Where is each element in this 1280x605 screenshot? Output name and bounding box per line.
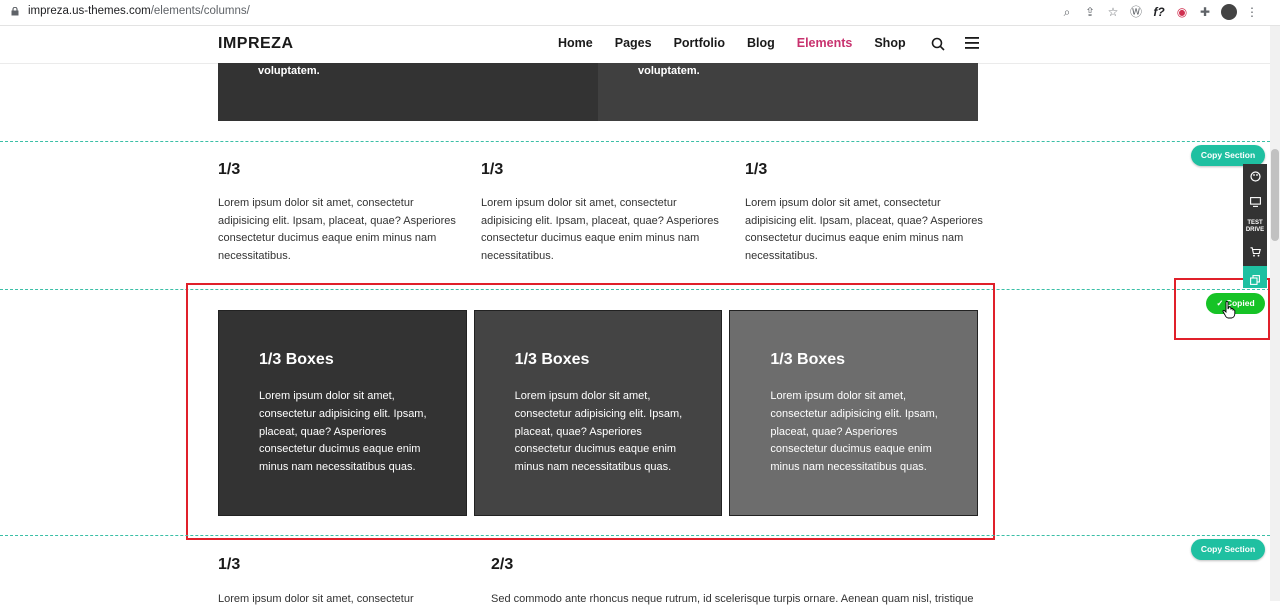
share-icon[interactable]: ⇪: [1083, 5, 1097, 19]
desktop-icon[interactable]: [1243, 189, 1267, 214]
hamburger-menu-icon[interactable]: [965, 37, 979, 49]
dark-half-right-text: voluptatem.: [638, 65, 700, 77]
copy-icon[interactable]: [1243, 266, 1267, 288]
dark-half-right: voluptatem.: [598, 63, 978, 121]
site-logo[interactable]: IMPREZA: [218, 35, 294, 53]
test-drive-label-1: TEST: [1247, 219, 1263, 226]
third-column-title: 1/3: [745, 161, 768, 178]
nav-elements[interactable]: Elements: [797, 36, 853, 50]
side-toolbar: TEST DRIVE: [1243, 164, 1267, 288]
bottom-left-text: Lorem ipsum dolor sit amet, consectetur: [218, 593, 414, 605]
browser-toolbar: impreza.us-themes.com/elements/columns/ …: [0, 0, 1280, 26]
highlight-frame-section: [186, 283, 995, 540]
profile-avatar[interactable]: [1221, 4, 1237, 20]
puzzle-icon[interactable]: ✚: [1198, 5, 1212, 19]
third-column-1: 1/3 Lorem ipsum dolor sit amet, consecte…: [218, 161, 458, 265]
third-column-text: Lorem ipsum dolor sit amet, consectetur …: [481, 197, 719, 262]
search-icon[interactable]: [931, 37, 945, 51]
third-column-text: Lorem ipsum dolor sit amet, consectetur …: [745, 197, 983, 262]
zoom-icon[interactable]: ⌕: [1060, 5, 1074, 19]
third-column-title: 1/3: [481, 161, 504, 178]
dark-half-left: voluptatem.: [218, 63, 598, 121]
url-path: /elements/columns/: [150, 5, 250, 17]
address-bar[interactable]: impreza.us-themes.com/elements/columns/: [28, 5, 250, 17]
dark-halves-section: voluptatem. voluptatem.: [218, 63, 978, 121]
third-column-3: 1/3 Lorem ipsum dolor sit amet, consecte…: [745, 161, 985, 265]
copy-section-button[interactable]: Copy Section: [1191, 145, 1265, 166]
dark-half-left-text: voluptatem.: [258, 65, 320, 77]
third-column-title: 1/3: [218, 161, 241, 178]
lock-icon: [11, 7, 19, 16]
font-extension-icon[interactable]: f?: [1152, 5, 1166, 19]
test-drive-label-2: DRIVE: [1245, 226, 1265, 233]
nav-blog[interactable]: Blog: [747, 36, 775, 50]
color-extension-icon[interactable]: ◉: [1175, 5, 1189, 19]
bottom-right-text: Sed commodo ante rhoncus neque rutrum, i…: [491, 593, 974, 605]
palette-icon[interactable]: [1243, 164, 1267, 189]
third-column-2: 1/3 Lorem ipsum dolor sit amet, consecte…: [481, 161, 721, 265]
main-nav: Home Pages Portfolio Blog Elements Shop: [558, 36, 928, 50]
site-header: IMPREZA Home Pages Portfolio Blog Elemen…: [0, 26, 1270, 64]
test-drive-button[interactable]: TEST DRIVE: [1243, 214, 1267, 239]
nav-portfolio[interactable]: Portfolio: [674, 36, 725, 50]
scrollbar-thumb[interactable]: [1271, 149, 1279, 241]
third-column-text: Lorem ipsum dolor sit amet, consectetur …: [218, 197, 456, 262]
cart-icon[interactable]: [1243, 239, 1267, 264]
kebab-menu-icon[interactable]: ⋮: [1246, 5, 1258, 19]
star-icon[interactable]: ☆: [1106, 5, 1120, 19]
section-divider: [0, 535, 1270, 536]
bottom-right-title: 2/3: [491, 556, 514, 573]
section-divider: [0, 141, 1270, 142]
copy-section-button[interactable]: Copy Section: [1191, 539, 1265, 560]
nav-home[interactable]: Home: [558, 36, 593, 50]
url-domain: impreza.us-themes.com: [28, 5, 151, 17]
bottom-left-title: 1/3: [218, 556, 241, 573]
nav-pages[interactable]: Pages: [615, 36, 652, 50]
wordpress-extension-icon[interactable]: Ⓦ: [1129, 5, 1143, 19]
scrollbar[interactable]: [1270, 26, 1280, 601]
nav-shop[interactable]: Shop: [874, 36, 905, 50]
